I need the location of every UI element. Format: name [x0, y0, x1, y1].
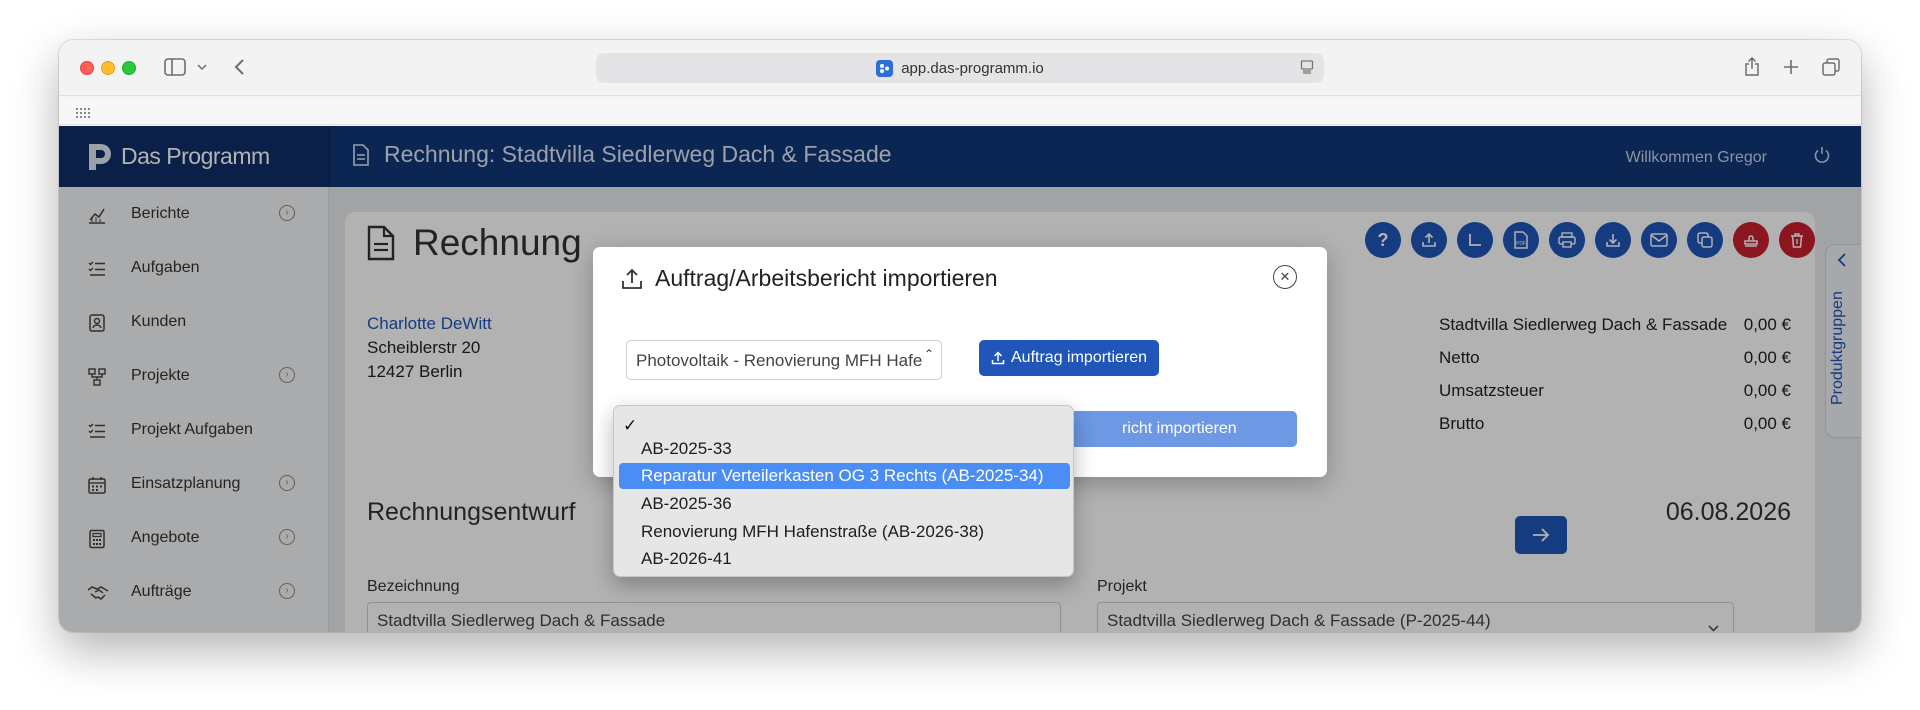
modal-title-text: Auftrag/Arbeitsbericht importieren — [655, 265, 998, 291]
dropdown-option[interactable]: Renovierung MFH Hafenstraße (AB-2026-38) — [619, 519, 1070, 545]
import-auftrag-button[interactable]: Auftrag importieren — [979, 340, 1160, 376]
modal-title: Auftrag/Arbeitsbericht importieren — [621, 265, 998, 292]
import-auftrag-label: Auftrag importieren — [1011, 349, 1148, 366]
address-bar[interactable]: app.das-programm.io — [596, 53, 1324, 83]
tab-overview-icon[interactable] — [1821, 55, 1841, 79]
upload-icon — [622, 268, 642, 289]
zoom-window-button[interactable] — [122, 61, 136, 75]
chevron-down-icon[interactable] — [195, 55, 209, 79]
share-icon[interactable] — [1742, 55, 1762, 79]
dropdown-option[interactable]: AB-2026-41 — [619, 546, 1070, 572]
import-bericht-label: richt importieren — [1122, 420, 1237, 437]
arbeitsbericht-dropdown: ✓ AB-2025-33 Reparatur Verteilerkasten O… — [613, 405, 1074, 577]
favorites-bar — [59, 97, 1861, 125]
dropdown-option[interactable]: AB-2025-33 — [619, 436, 1070, 462]
url-text: app.das-programm.io — [901, 59, 1044, 77]
sidebar-toggle-icon[interactable] — [163, 55, 187, 79]
close-window-button[interactable] — [80, 61, 94, 75]
back-icon[interactable] — [229, 55, 249, 79]
apps-grid-icon[interactable] — [76, 105, 90, 123]
auftrag-select[interactable]: Photovoltaik - Renovierung MFH Hafe — [626, 340, 942, 380]
upload-icon — [991, 351, 1005, 365]
reader-icon[interactable] — [1300, 60, 1314, 78]
new-tab-icon[interactable] — [1781, 55, 1801, 79]
dropdown-option-highlighted[interactable]: Reparatur Verteilerkasten OG 3 Rechts (A… — [619, 463, 1070, 489]
browser-toolbar: app.das-programm.io — [59, 40, 1861, 96]
minimize-window-button[interactable] — [101, 61, 115, 75]
close-icon[interactable]: ✕ — [1273, 265, 1297, 289]
dropdown-option[interactable]: AB-2025-36 — [619, 491, 1070, 517]
checkmark-icon: ✓ — [623, 416, 638, 435]
chevron-updown-icon: ⌃ — [924, 347, 935, 361]
site-favicon-icon — [876, 59, 894, 77]
